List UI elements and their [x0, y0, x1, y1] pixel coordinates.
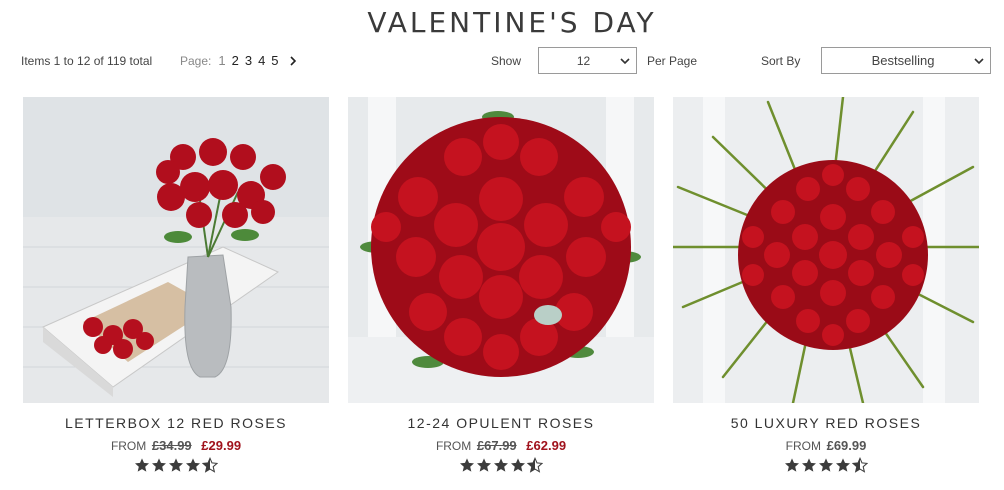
product-image[interactable]: [23, 97, 329, 403]
was-price: £34.99: [151, 438, 192, 453]
star-half-icon: [852, 457, 868, 473]
product-card[interactable]: LETTERBOX 12 RED ROSES FROM £34.99 £29.9…: [23, 97, 329, 490]
star-icon: [785, 458, 799, 472]
star-icon: [477, 458, 491, 472]
per-page-label: Per Page: [647, 54, 698, 68]
sale-price: £29.99: [201, 438, 242, 453]
star-icon: [819, 458, 833, 472]
page-title: VALENTINE'S DAY: [367, 6, 657, 39]
from-label: FROM: [785, 439, 821, 453]
star-rating: [23, 457, 329, 473]
star-icon: [511, 458, 525, 472]
star-icon: [169, 458, 183, 472]
star-icon: [836, 458, 850, 472]
was-price: £67.99: [476, 438, 517, 453]
per-page-select[interactable]: 12: [538, 47, 637, 74]
product-name[interactable]: 12-24 OPULENT ROSES: [348, 415, 654, 431]
star-half-icon: [202, 457, 218, 473]
chevron-down-icon: [974, 58, 984, 65]
product-card[interactable]: 12-24 OPULENT ROSES FROM £67.99 £62.99: [348, 97, 654, 490]
price-row: FROM £67.99 £62.99: [348, 438, 654, 453]
star-rating: [673, 457, 979, 473]
page-link-5[interactable]: 5: [271, 53, 278, 68]
product-image[interactable]: [673, 97, 979, 403]
pager-label: Page:: [180, 53, 212, 68]
show-label: Show: [491, 54, 522, 68]
toolbar: Items 1 to 12 of 119 total Page: 1 2 3 4…: [0, 44, 1004, 78]
star-icon: [152, 458, 166, 472]
from-label: FROM: [110, 439, 147, 453]
star-icon: [802, 458, 816, 472]
from-label: FROM: [435, 439, 472, 453]
chevron-down-icon: [620, 58, 630, 65]
per-page-value: 12: [576, 53, 591, 68]
star-icon: [186, 458, 200, 472]
sort-label: Sort By: [761, 54, 801, 68]
star-icon: [460, 458, 474, 472]
page-link-4[interactable]: 4: [258, 53, 265, 68]
chevron-right-icon[interactable]: [289, 54, 297, 68]
product-name[interactable]: LETTERBOX 12 RED ROSES: [23, 415, 329, 431]
star-half-icon: [527, 457, 543, 473]
price-row: FROM £69.99: [673, 438, 979, 453]
sort-select[interactable]: Bestselling: [821, 47, 991, 74]
star-icon: [494, 458, 508, 472]
sort-value: Bestselling: [871, 53, 935, 68]
page-link-2[interactable]: 2: [232, 53, 239, 68]
sale-price: £62.99: [526, 438, 567, 453]
price: £69.99: [826, 438, 867, 453]
pagination: Page: 1 2 3 4 5: [180, 53, 297, 68]
star-rating: [348, 457, 654, 473]
price-row: FROM £34.99 £29.99: [23, 438, 329, 453]
product-card[interactable]: 50 LUXURY RED ROSES FROM £69.99: [673, 97, 979, 490]
page-link-3[interactable]: 3: [245, 53, 252, 68]
product-name[interactable]: 50 LUXURY RED ROSES: [673, 415, 979, 431]
star-icon: [135, 458, 149, 472]
page-link-1[interactable]: 1: [218, 53, 225, 68]
product-image[interactable]: [348, 97, 654, 403]
items-count: Items 1 to 12 of 119 total: [21, 54, 153, 68]
